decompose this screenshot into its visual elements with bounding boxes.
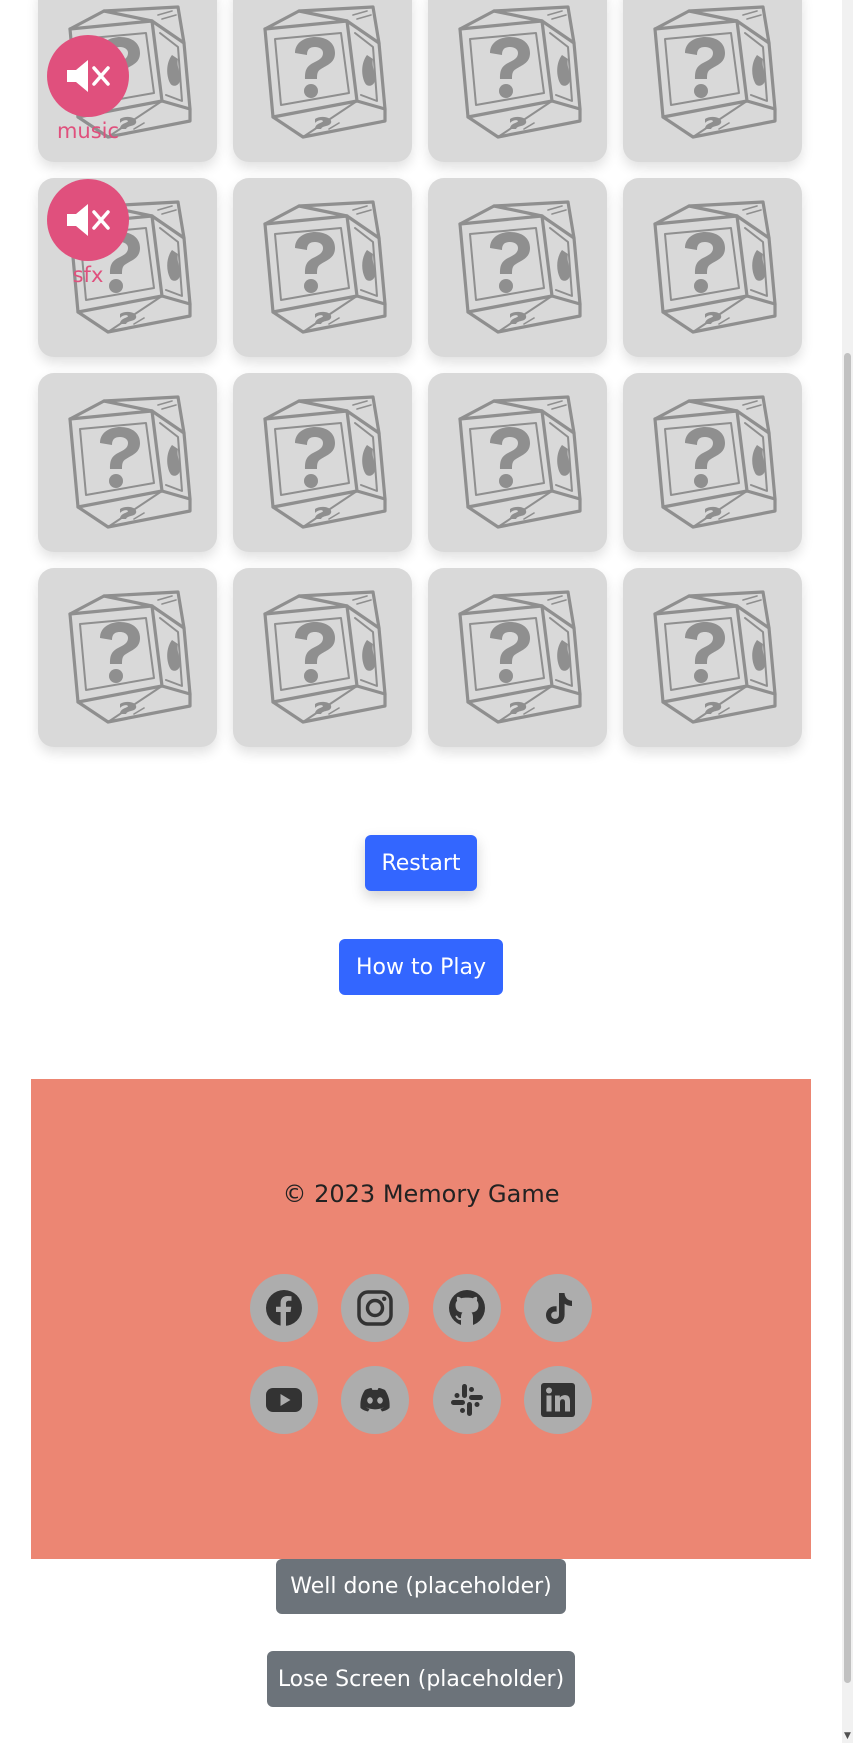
memory-card[interactable] bbox=[38, 568, 217, 747]
question-block-icon bbox=[67, 589, 192, 724]
memory-card[interactable] bbox=[428, 568, 607, 747]
restart-button[interactable]: Restart bbox=[365, 835, 477, 891]
well-done-placeholder-button[interactable]: Well done (placeholder) bbox=[276, 1559, 566, 1614]
music-toggle[interactable]: music bbox=[47, 35, 129, 143]
memory-card[interactable] bbox=[233, 178, 412, 357]
tiktok-icon bbox=[546, 1293, 572, 1324]
question-block-icon bbox=[652, 4, 777, 139]
memory-card[interactable] bbox=[233, 568, 412, 747]
vertical-scrollbar[interactable]: ▼ bbox=[842, 0, 853, 1743]
question-block-icon bbox=[457, 394, 582, 529]
question-block-icon bbox=[262, 199, 387, 334]
discord-link[interactable] bbox=[341, 1366, 409, 1434]
linkedin-icon bbox=[541, 1383, 575, 1417]
question-block-icon bbox=[652, 199, 777, 334]
facebook-icon bbox=[266, 1290, 302, 1326]
music-toggle-label: music bbox=[56, 119, 120, 143]
instagram-link[interactable] bbox=[341, 1274, 409, 1342]
memory-card[interactable] bbox=[623, 0, 802, 162]
question-block-icon bbox=[457, 199, 582, 334]
speaker-muted-icon bbox=[67, 204, 110, 236]
question-block-icon bbox=[652, 394, 777, 529]
speaker-muted-icon bbox=[67, 60, 110, 92]
question-block-icon bbox=[67, 394, 192, 529]
memory-card[interactable] bbox=[428, 178, 607, 357]
memory-card[interactable] bbox=[623, 178, 802, 357]
memory-card[interactable] bbox=[233, 373, 412, 552]
github-link[interactable] bbox=[433, 1274, 501, 1342]
memory-card[interactable] bbox=[428, 0, 607, 162]
scroll-down-arrow-icon[interactable]: ▼ bbox=[842, 1729, 853, 1743]
github-icon bbox=[449, 1290, 485, 1326]
sfx-toggle[interactable]: sfx bbox=[47, 179, 129, 287]
sfx-toggle-label: sfx bbox=[72, 263, 104, 287]
lose-screen-placeholder-button[interactable]: Lose Screen (placeholder) bbox=[267, 1651, 575, 1707]
memory-card[interactable] bbox=[623, 373, 802, 552]
youtube-link[interactable] bbox=[250, 1366, 318, 1434]
question-block-icon bbox=[262, 589, 387, 724]
scrollbar-thumb[interactable] bbox=[844, 353, 851, 1683]
music-toggle-button[interactable] bbox=[47, 35, 129, 117]
youtube-icon bbox=[266, 1388, 302, 1412]
question-block-icon bbox=[262, 4, 387, 139]
tiktok-link[interactable] bbox=[524, 1274, 592, 1342]
memory-card[interactable] bbox=[428, 373, 607, 552]
linkedin-link[interactable] bbox=[524, 1366, 592, 1434]
sfx-toggle-button[interactable] bbox=[47, 179, 129, 261]
question-block-icon bbox=[457, 589, 582, 724]
instagram-icon bbox=[357, 1290, 393, 1326]
card-grid bbox=[38, 0, 802, 747]
memory-card[interactable] bbox=[38, 373, 217, 552]
memory-card[interactable] bbox=[623, 568, 802, 747]
slack-icon bbox=[451, 1384, 483, 1416]
question-block-icon bbox=[457, 4, 582, 139]
memory-card[interactable] bbox=[233, 0, 412, 162]
question-block-icon bbox=[262, 394, 387, 529]
copyright-text: © 2023 Memory Game bbox=[282, 1180, 560, 1208]
question-block-icon bbox=[652, 589, 777, 724]
discord-icon bbox=[360, 1388, 390, 1412]
facebook-link[interactable] bbox=[250, 1274, 318, 1342]
footer: © 2023 Memory Game bbox=[31, 1079, 811, 1559]
slack-link[interactable] bbox=[433, 1366, 501, 1434]
how-to-play-button[interactable]: How to Play bbox=[339, 939, 503, 995]
